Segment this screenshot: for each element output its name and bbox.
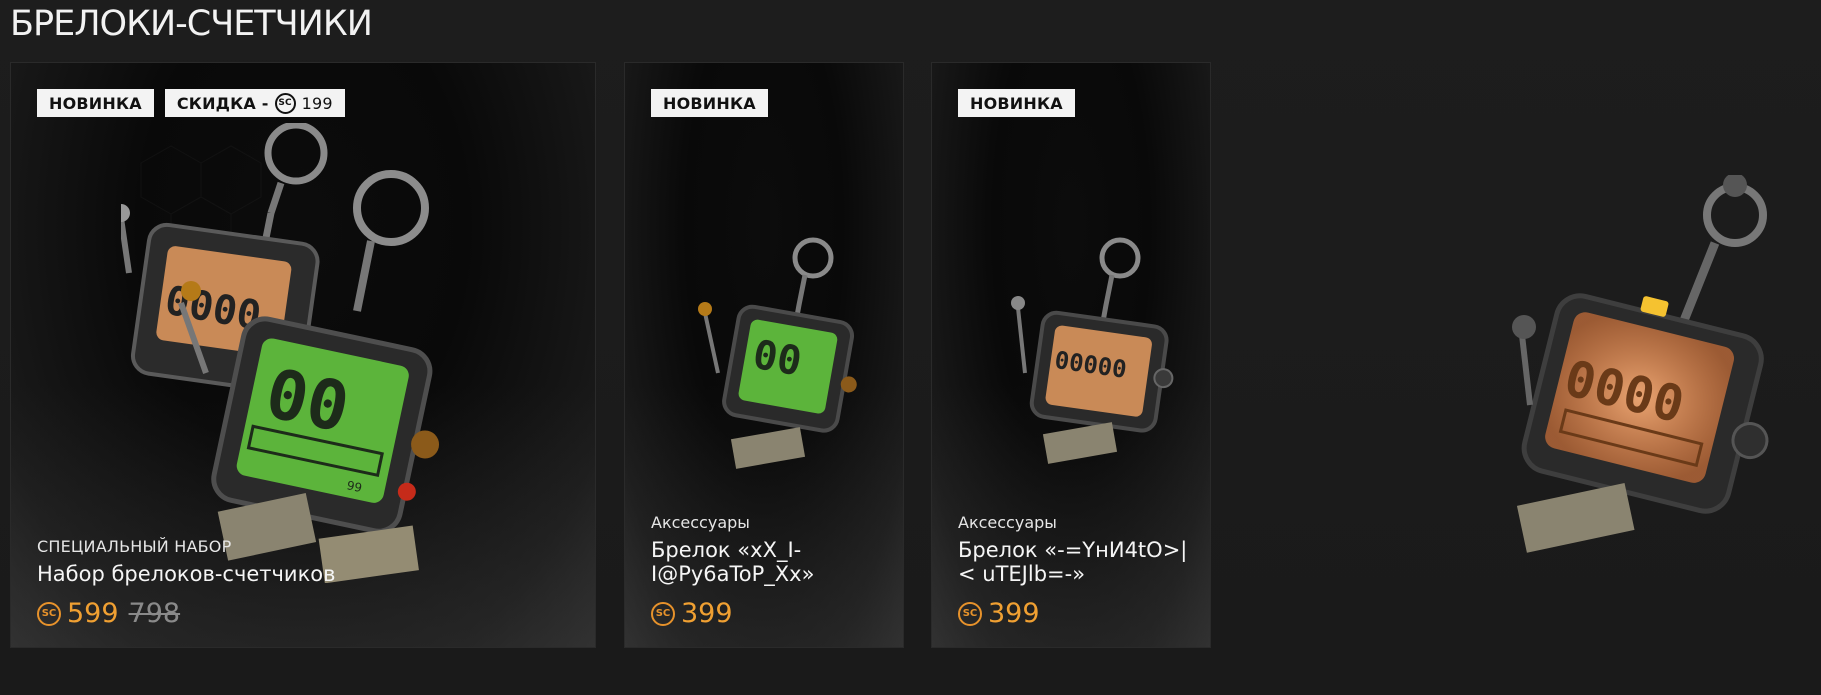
card-info: Аксессуары Брелок «-=YнИ4tO>|< uTEJlb=-»… <box>958 513 1190 629</box>
price: 399 <box>988 598 1040 629</box>
keychain-orange-image: 00000 <box>1011 237 1174 464</box>
product-category: СПЕЦИАЛЬНЫЙ НАБОР <box>37 537 232 556</box>
store-page: БРЕЛОКИ-СЧЕТЧИКИ НОВИНКА СКИДКА - SC 199… <box>0 0 1821 695</box>
discount-badge: СКИДКА - SC 199 <box>164 89 345 117</box>
keychain-green-image: 00 <box>698 237 857 469</box>
product-name: Набор брелоков-счетчиков <box>37 562 336 586</box>
price-row: SC 399 <box>651 598 883 629</box>
product-card-keychain-set[interactable]: НОВИНКА СКИДКА - SC 199 0000 00 99 СПЕЦИ… <box>10 62 596 648</box>
card-info: СПЕЦИАЛЬНЫЙ НАБОР Набор брелоков-счетчик… <box>37 537 575 629</box>
badge-group: НОВИНКА СКИДКА - SC 199 <box>37 89 345 117</box>
new-badge: НОВИНКА <box>37 89 154 117</box>
badge-group: НОВИНКА <box>651 89 768 117</box>
sc-coin-icon: SC <box>274 92 296 114</box>
product-card-keychain-green[interactable]: НОВИНКА 00 Аксессуары Брелок «xX_I-I@Py6… <box>624 62 904 648</box>
price-row: SC 599 798 <box>37 598 575 629</box>
product-category: Аксессуары <box>651 513 750 532</box>
product-name: Брелок «-=YнИ4tO>|< uTEJlb=-» <box>958 538 1188 586</box>
counter-readout: 00 <box>259 354 356 448</box>
section-title: БРЕЛОКИ-СЧЕТЧИКИ <box>10 4 373 44</box>
old-price: 798 <box>128 598 181 629</box>
badge-group: НОВИНКА <box>958 89 1075 117</box>
keychain-set-image: 0000 00 99 <box>121 123 440 583</box>
new-badge: НОВИНКА <box>958 89 1075 117</box>
card-info: Аксессуары Брелок «xX_I-I@Py6aToP_Xx» SC… <box>651 513 883 629</box>
price: 399 <box>681 598 733 629</box>
sc-coin-icon: SC <box>651 601 675 626</box>
counter-readout: 00 <box>750 332 805 386</box>
sc-coin-icon: SC <box>958 601 982 626</box>
hero-keychain-image: 0000 <box>1512 175 1769 553</box>
product-category: Аксессуары <box>958 513 1057 532</box>
product-name: Брелок «xX_I-I@Py6aToP_Xx» <box>651 538 815 586</box>
product-card-keychain-orange[interactable]: НОВИНКА 00000 Аксессуары Брелок «-=YнИ4t… <box>931 62 1211 648</box>
price-row: SC 399 <box>958 598 1190 629</box>
price: 599 <box>67 598 119 629</box>
sc-coin-icon: SC <box>37 601 61 626</box>
new-badge: НОВИНКА <box>651 89 768 117</box>
